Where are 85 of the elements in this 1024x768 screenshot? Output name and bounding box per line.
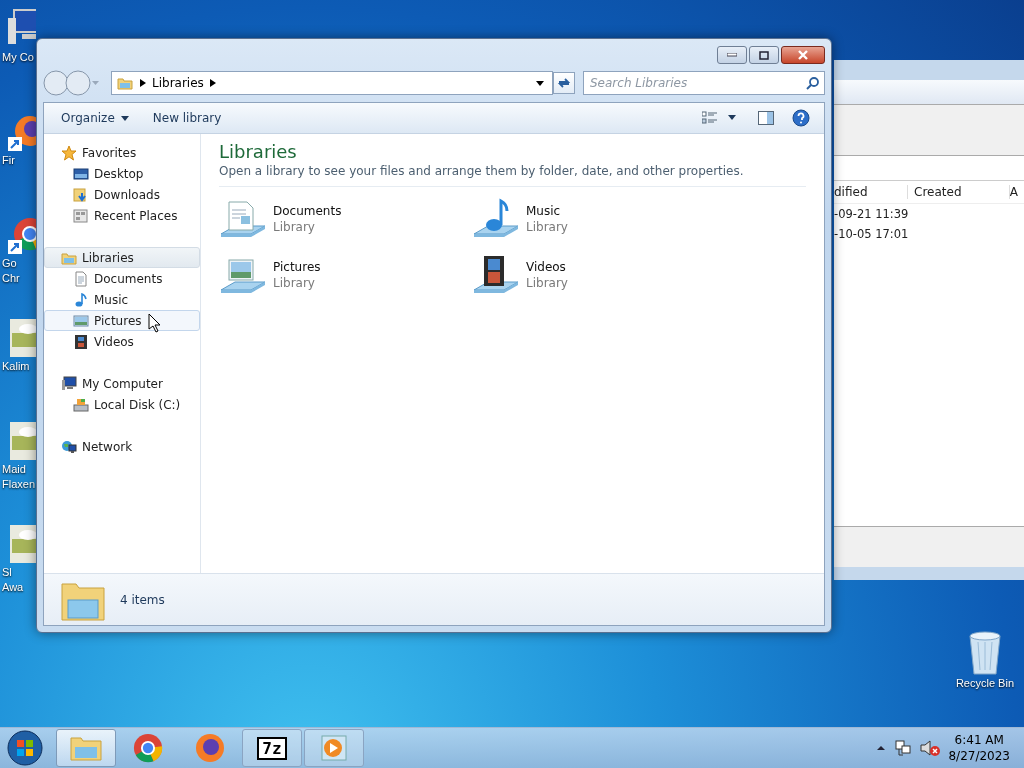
refresh-button[interactable] (553, 72, 575, 94)
desktop-icon-label: Go (2, 256, 17, 271)
library-name[interactable]: Pictures (273, 260, 321, 274)
nav-item[interactable]: Videos (44, 331, 200, 352)
firefox-icon (195, 733, 225, 763)
taskbar-button[interactable] (56, 729, 116, 767)
library-type: Library (273, 276, 316, 290)
help-icon[interactable] (792, 109, 810, 127)
toolbar-button[interactable]: New library (143, 107, 231, 129)
chevron-icon[interactable] (140, 79, 146, 87)
desktop-icon-label: Sl (2, 565, 12, 580)
desktop-icon-label: Fir (2, 153, 15, 168)
library-name[interactable]: Documents (273, 204, 342, 218)
computer-icon (61, 375, 77, 392)
desktop-icon-label: Awa (2, 580, 24, 595)
page-description: Open a library to see your files and arrange them by folder, date, and other properties. (219, 164, 806, 187)
disk-icon (73, 396, 89, 413)
nav-item[interactable]: My Computer (44, 373, 200, 394)
breadcrumb[interactable]: Libraries (152, 76, 204, 90)
nav-item[interactable]: Documents (44, 268, 200, 289)
show-hidden-icons-icon[interactable] (876, 744, 887, 752)
search-field[interactable]: Search Libraries (583, 71, 825, 95)
maximize-icon (759, 50, 769, 60)
library-type: Library (273, 220, 316, 234)
column-header[interactable]: Created (908, 185, 1010, 199)
start-button[interactable] (6, 729, 44, 767)
star-icon (61, 144, 77, 161)
library-icon (116, 75, 134, 91)
minimize-button[interactable] (717, 46, 747, 64)
recent-icon (73, 207, 89, 224)
library-type: Library (526, 220, 568, 234)
search-icon[interactable] (806, 76, 820, 90)
table-cell: -10-05 17:01 (834, 227, 909, 241)
desktop-icon-label: Maid (2, 462, 26, 477)
toolbar-button[interactable]: Organize (52, 107, 138, 129)
desktop-icon-label: Kalim (2, 359, 30, 374)
close-icon (797, 50, 809, 60)
nav-item[interactable]: Recent Places (44, 205, 200, 226)
videos-icon (73, 333, 89, 350)
folder-icon (69, 734, 103, 762)
chrome-icon (133, 733, 163, 763)
network-icon[interactable] (894, 739, 913, 757)
refresh-icon (557, 76, 571, 90)
nav-item[interactable]: Network (44, 436, 200, 457)
nav-item[interactable]: Pictures (44, 310, 200, 331)
desktop-icon (73, 165, 89, 182)
nav-item[interactable]: Desktop (44, 163, 200, 184)
videos-library-icon[interactable] (472, 254, 520, 296)
view-options-icon[interactable] (702, 111, 718, 125)
page-title: Libraries (219, 140, 298, 164)
library-name[interactable]: Videos (526, 260, 568, 274)
downloads-icon (73, 186, 89, 203)
table-cell: -09-21 11:39 (834, 207, 909, 221)
music-library-icon[interactable] (472, 198, 520, 240)
address-bar[interactable]: Libraries (111, 71, 553, 95)
nav-item[interactable]: Favorites (44, 142, 200, 163)
column-header[interactable]: A (1009, 185, 1024, 199)
column-header[interactable]: dified (834, 185, 909, 199)
item-count: 4 items (120, 592, 165, 607)
nav-item[interactable]: Local Disk (C:) (44, 394, 200, 415)
maximize-button[interactable] (749, 46, 779, 64)
document-icon (73, 270, 89, 287)
desktop-icon-label: Flaxen (2, 477, 36, 492)
nav-item[interactable]: Downloads (44, 184, 200, 205)
nav-item[interactable]: Libraries (44, 247, 200, 268)
library-name[interactable]: Music (526, 204, 568, 218)
desktop-icon-label: Recycle Bin (955, 676, 1014, 691)
taskbar-button[interactable]: 7z (242, 729, 302, 767)
archiver-icon: 7z (257, 736, 287, 760)
library-type: Library (526, 276, 568, 290)
mouse-cursor-icon (148, 313, 162, 333)
close-button[interactable] (781, 46, 825, 64)
caret-icon (120, 115, 129, 121)
desktop-icon-label: My Co (2, 50, 34, 65)
preview-pane-icon[interactable] (758, 111, 774, 125)
media-player-icon (320, 734, 348, 762)
muted-speaker-icon[interactable] (920, 739, 941, 757)
pictures-icon (73, 312, 89, 329)
clock[interactable]: 6:41 AM 8/27/2023 (948, 732, 1010, 764)
nav-item[interactable]: Music (44, 289, 200, 310)
network-icon (61, 438, 77, 455)
chevron-icon[interactable] (209, 79, 216, 87)
music-icon (73, 291, 89, 308)
desktop-icon-label: Chr (2, 271, 20, 286)
minimize-icon (727, 53, 737, 57)
